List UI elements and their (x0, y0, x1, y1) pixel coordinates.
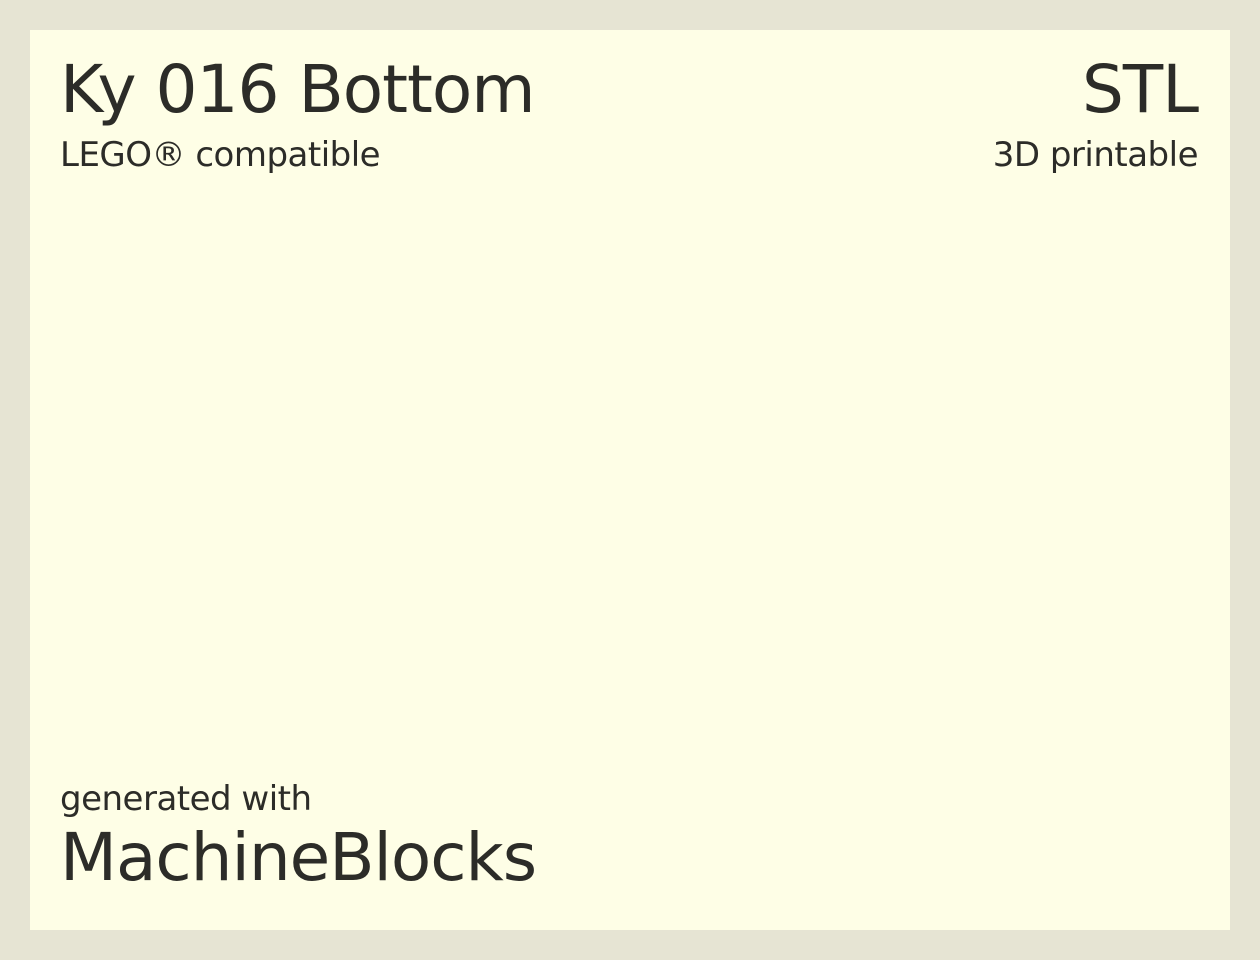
generated-label: generated with (60, 779, 312, 819)
brand-name: MachineBlocks (60, 819, 537, 896)
compatibility-subtitle: LEGO® compatible (60, 135, 381, 175)
label-card: Ky 016 Bottom LEGO® compatible STL 3D pr… (30, 30, 1230, 930)
part-title: Ky 016 Bottom (60, 51, 536, 128)
format-subtitle: 3D printable (992, 135, 1199, 175)
file-format: STL (1082, 51, 1199, 128)
